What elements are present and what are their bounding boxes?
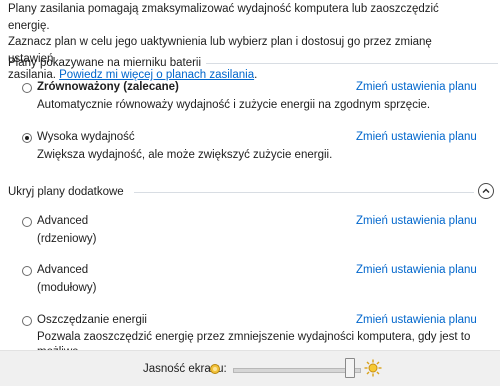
plan-advanced-core-description: (rdzeniowy) [37,233,97,245]
plan-power-saver-description: Pozwala zaoszczędzić energię przez zmnie… [37,331,471,343]
plan-balanced-name[interactable]: Zrównoważony (zalecane) [37,80,179,95]
plan-high-performance-description: Zwiększa wydajność, ale może zwiększyć z… [37,149,333,161]
battery-plans-header: Plany pokazywane na mierniku baterii [8,57,202,69]
sun-dim-icon [210,364,220,374]
additional-plans-header[interactable]: Ukryj plany dodatkowe [8,184,124,200]
sun-bright-icon [364,359,382,377]
plan-balanced-radio[interactable] [22,83,32,93]
plan-advanced-modular-description: (modułowy) [37,282,97,294]
collapse-additional-plans-button[interactable] [478,183,494,199]
intro-line-3-suffix: . [254,69,258,81]
plan-high-performance-change-link[interactable]: Zmień ustawienia planu [356,130,477,145]
plan-power-saver-name[interactable]: Oszczędzanie energii [37,313,147,328]
plan-advanced-modular-name[interactable]: Advanced [37,263,88,278]
plan-advanced-modular-radio[interactable] [22,266,32,276]
plan-advanced-core-change-link[interactable]: Zmień ustawienia planu [356,214,477,229]
plan-high-performance-radio[interactable] [22,133,32,143]
additional-plans-divider [134,192,474,193]
battery-plans-divider [206,63,498,64]
plan-balanced-description: Automatycznie równoważy wydajność i zuży… [37,99,431,111]
brightness-slider-thumb[interactable] [345,358,355,378]
chevron-up-icon [482,188,490,193]
brightness-slider-track[interactable] [233,368,361,373]
intro-text: Plany zasilania pomagają zmaksymalizować… [8,1,478,84]
plan-power-saver-change-link[interactable]: Zmień ustawienia planu [356,313,477,328]
intro-line-1: Plany zasilania pomagają zmaksymalizować… [8,3,439,32]
plan-power-saver-radio[interactable] [22,316,32,326]
plan-balanced-change-link[interactable]: Zmień ustawienia planu [356,80,477,95]
plan-high-performance-name[interactable]: Wysoka wydajność [37,130,135,145]
plan-advanced-core-name[interactable]: Advanced [37,214,88,229]
plan-advanced-core-radio[interactable] [22,217,32,227]
plan-advanced-modular-change-link[interactable]: Zmień ustawienia planu [356,263,477,278]
